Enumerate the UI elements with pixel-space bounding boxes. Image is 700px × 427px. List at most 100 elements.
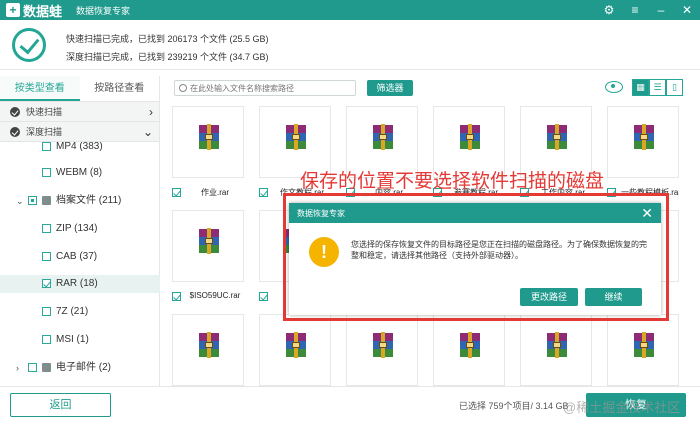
rar-file-icon bbox=[199, 228, 219, 254]
settings-icon[interactable]: ⚙ bbox=[600, 3, 618, 17]
footer-bar: 返回 已选择 759个项目/ 3.14 GB 恢复 @稀土掘金技术社区 bbox=[0, 386, 700, 427]
file-name: $ISO59UC.rar bbox=[189, 291, 241, 300]
quick-scan-status: 快速扫描已完成，已找到 206173 个文件 (25.5 GB) bbox=[66, 34, 269, 44]
change-path-button[interactable]: 更改路径 bbox=[520, 288, 578, 306]
dialog-message: 您选择的保存恢复文件的目标路径是您正在扫描的磁盘路径。为了确保数据恢复的完整和稳… bbox=[351, 240, 647, 260]
tree-item-label: ZIP (134) bbox=[56, 223, 98, 234]
tree-item-label: 电子邮件 (2) bbox=[56, 362, 111, 373]
plus-logo-icon: + bbox=[6, 3, 20, 17]
file-card[interactable] bbox=[172, 314, 244, 386]
rar-file-icon bbox=[286, 124, 306, 150]
search-icon bbox=[179, 84, 187, 92]
tree-item-label: 7Z (21) bbox=[56, 306, 89, 317]
file-name-row: $ISO59UC.rar bbox=[172, 290, 244, 304]
checkbox[interactable] bbox=[42, 168, 51, 177]
close-icon[interactable]: ✕ bbox=[641, 204, 653, 222]
continue-button[interactable]: 继续 bbox=[585, 288, 642, 306]
tree-item-rar[interactable]: RAR (18) bbox=[0, 275, 160, 293]
tree-item-webm[interactable]: WEBM (8) bbox=[0, 164, 160, 182]
warning-dialog: 数据恢复专家 ✕ ! 您选择的保存恢复文件的目标路径是您正在扫描的磁盘路径。为了… bbox=[289, 203, 661, 315]
rar-file-icon bbox=[460, 124, 480, 150]
file-checkbox[interactable] bbox=[259, 292, 268, 301]
file-name-row: 作业.rar bbox=[172, 186, 244, 200]
checkbox[interactable] bbox=[42, 142, 51, 151]
scan-status-area: 快速扫描已完成，已找到 206173 个文件 (25.5 GB) 深度扫描已完成… bbox=[0, 20, 700, 70]
tree-item-email[interactable]: › 电子邮件 (2) bbox=[0, 359, 160, 377]
app-name: 数据蛙 bbox=[23, 3, 63, 19]
search-box[interactable] bbox=[174, 80, 356, 96]
rar-file-icon bbox=[199, 332, 219, 358]
email-icon bbox=[42, 363, 51, 372]
checkbox[interactable] bbox=[28, 363, 37, 372]
view-mode-switch: ▦ ☰ ▯ bbox=[632, 79, 683, 96]
dialog-header: 数据恢复专家 ✕ bbox=[289, 203, 661, 223]
quick-scan-row[interactable]: 快速扫描 › bbox=[0, 102, 159, 122]
file-checkbox[interactable] bbox=[172, 188, 181, 197]
app-logo: + 数据蛙 bbox=[0, 1, 62, 20]
deep-scan-label: 深度扫描 bbox=[26, 127, 63, 137]
tree-item-archives[interactable]: ⌄ 档案文件 (211) bbox=[0, 192, 160, 210]
rar-file-icon bbox=[547, 332, 567, 358]
tree-item-7z[interactable]: 7Z (21) bbox=[0, 303, 160, 321]
file-card[interactable] bbox=[259, 314, 331, 386]
file-type-tree: MP4 (383) WEBM (8) ⌄ 档案文件 (211) ZIP (134… bbox=[0, 142, 160, 386]
chevron-right-icon[interactable]: › bbox=[149, 102, 153, 122]
chevron-down-icon[interactable]: ⌄ bbox=[16, 192, 24, 210]
file-card[interactable] bbox=[520, 314, 592, 386]
check-dot-icon bbox=[10, 127, 20, 137]
search-input[interactable] bbox=[190, 83, 350, 93]
tree-item-mp4[interactable]: MP4 (383) bbox=[0, 142, 160, 156]
file-card[interactable] bbox=[346, 314, 418, 386]
quick-scan-label: 快速扫描 bbox=[26, 107, 63, 117]
tree-item-zip[interactable]: ZIP (134) bbox=[0, 220, 160, 238]
watermark: @稀土掘金技术社区 bbox=[563, 400, 681, 415]
file-card[interactable] bbox=[607, 106, 679, 178]
back-button[interactable]: 返回 bbox=[10, 393, 111, 417]
close-icon[interactable]: ✕ bbox=[678, 3, 696, 17]
deep-scan-status: 深度扫描已完成，已找到 239219 个文件 (34.7 GB) bbox=[66, 52, 269, 62]
rar-file-icon bbox=[373, 124, 393, 150]
app-subtitle: 数据恢复专家 bbox=[76, 5, 131, 16]
tree-item-cab[interactable]: CAB (37) bbox=[0, 248, 160, 266]
left-panel: 按类型查看 按路径查看 快速扫描 › 深度扫描 ⌄ MP4 (383) WEBM… bbox=[0, 76, 160, 386]
check-circle-icon bbox=[12, 28, 46, 62]
checkbox[interactable] bbox=[42, 252, 51, 261]
menu-icon[interactable]: ≡ bbox=[626, 3, 644, 17]
checkbox[interactable] bbox=[42, 335, 51, 344]
checkbox[interactable] bbox=[28, 196, 37, 205]
file-card[interactable] bbox=[433, 314, 505, 386]
window-controls: ⚙ ≡ – ✕ bbox=[600, 0, 696, 20]
chevron-down-icon[interactable]: ⌄ bbox=[143, 122, 153, 142]
tab-by-type[interactable]: 按类型查看 bbox=[0, 76, 80, 101]
eye-icon[interactable] bbox=[605, 81, 623, 93]
annotation-text: 保存的位置不要选择软件扫描的磁盘 bbox=[300, 171, 605, 192]
tree-item-label: MP4 (383) bbox=[56, 142, 103, 152]
rar-file-icon bbox=[634, 332, 654, 358]
filter-button[interactable]: 筛选器 bbox=[367, 80, 413, 96]
rar-file-icon bbox=[286, 332, 306, 358]
rar-file-icon bbox=[199, 124, 219, 150]
list-view-icon[interactable]: ☰ bbox=[649, 79, 666, 96]
checkbox[interactable] bbox=[42, 279, 51, 288]
checkbox[interactable] bbox=[42, 307, 51, 316]
dialog-title: 数据恢复专家 bbox=[297, 209, 345, 218]
file-checkbox[interactable] bbox=[172, 292, 181, 301]
tree-item-label: CAB (37) bbox=[56, 251, 98, 262]
tree-item-msi[interactable]: MSI (1) bbox=[0, 331, 160, 349]
file-card[interactable] bbox=[607, 314, 679, 386]
minimize-icon[interactable]: – bbox=[652, 3, 670, 17]
rar-file-icon bbox=[373, 332, 393, 358]
file-card[interactable] bbox=[172, 106, 244, 178]
file-card[interactable] bbox=[172, 210, 244, 282]
grid-view-icon[interactable]: ▦ bbox=[632, 79, 649, 96]
rar-file-icon bbox=[634, 124, 654, 150]
archive-folder-icon bbox=[42, 196, 51, 205]
tree-item-label: WEBM (8) bbox=[56, 167, 103, 178]
checkbox[interactable] bbox=[42, 224, 51, 233]
file-checkbox[interactable] bbox=[259, 188, 268, 197]
detail-view-icon[interactable]: ▯ bbox=[666, 79, 683, 96]
deep-scan-row[interactable]: 深度扫描 ⌄ bbox=[0, 122, 159, 142]
chevron-right-icon[interactable]: › bbox=[16, 359, 19, 377]
tree-item-label: RAR (18) bbox=[56, 278, 98, 289]
tab-by-path[interactable]: 按路径查看 bbox=[80, 76, 160, 101]
